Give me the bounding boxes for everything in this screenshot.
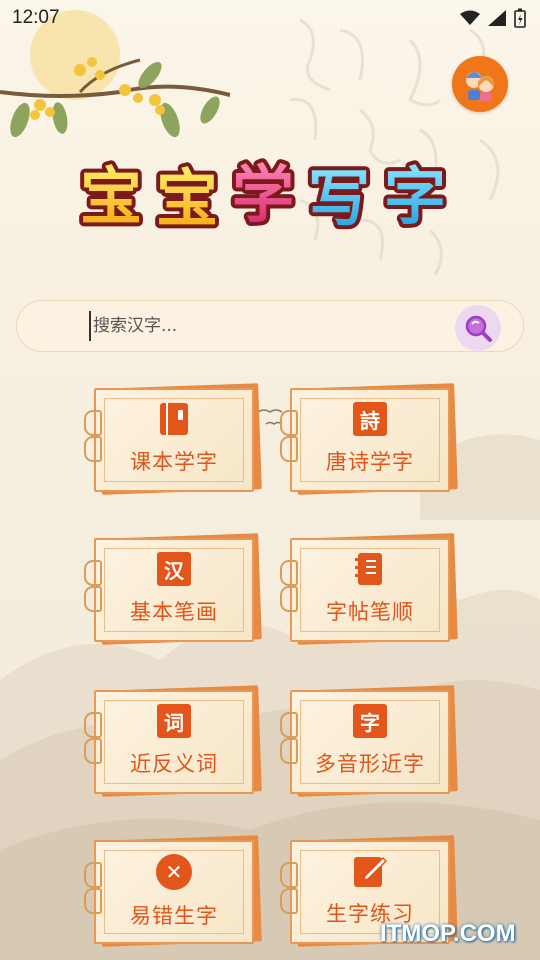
binding-ring	[280, 738, 298, 764]
card-body: 字帖笔顺	[290, 538, 450, 642]
binding-ring	[84, 862, 102, 888]
card-body: ✕ 易错生字	[94, 840, 254, 944]
card-body: 字多音形近字	[290, 690, 450, 794]
notebook-icon	[353, 552, 387, 586]
card-body: 汉基本笔画	[94, 538, 254, 642]
menu-card[interactable]: 字帖笔顺	[280, 533, 458, 646]
binding-ring	[84, 888, 102, 914]
binding-ring	[280, 862, 298, 888]
menu-card[interactable]: 汉基本笔画	[84, 533, 262, 646]
binding-ring	[84, 586, 102, 612]
binding-ring	[280, 586, 298, 612]
background-landscape	[0, 10, 540, 960]
binding-ring	[280, 410, 298, 436]
menu-card[interactable]: 字多音形近字	[280, 685, 458, 798]
menu-card-label: 基本笔画	[130, 600, 218, 624]
card-body: 詩唐诗学字	[290, 388, 450, 492]
binding-ring	[280, 712, 298, 738]
binding-ring	[84, 712, 102, 738]
binding-ring	[84, 560, 102, 586]
close-circle-icon: ✕	[156, 854, 192, 890]
stroke-icon: 汉	[157, 552, 191, 586]
logo-char-3: 学	[232, 158, 294, 231]
signal-icon	[488, 10, 506, 26]
status-icons	[460, 8, 526, 28]
menu-card-label: 字帖笔顺	[326, 600, 414, 624]
character-icon: 字	[353, 704, 387, 738]
avatar-button[interactable]	[452, 56, 508, 112]
menu-card-label: 多音形近字	[315, 752, 425, 776]
status-bar: 12:07	[0, 0, 540, 36]
binding-ring	[280, 436, 298, 462]
search-bar	[16, 300, 524, 352]
card-body: 词近反义词	[94, 690, 254, 794]
menu-card[interactable]: ✕ 易错生字	[84, 835, 262, 948]
app-logo: 宝 宝 学 写 字	[78, 154, 450, 239]
edit-icon	[353, 854, 387, 888]
search-button[interactable]	[455, 305, 501, 351]
search-icon	[465, 315, 492, 342]
binding-ring	[84, 436, 102, 462]
card-body: 课本学字	[94, 388, 254, 492]
wifi-icon	[460, 10, 480, 25]
status-time: 12:07	[12, 7, 60, 28]
watermark: ITMOP.COM	[380, 920, 516, 947]
menu-card[interactable]: 詩唐诗学字	[280, 383, 458, 496]
menu-card-label: 易错生字	[130, 904, 218, 928]
logo-char-1: 宝	[80, 160, 142, 233]
menu-card-label: 近反义词	[130, 752, 218, 776]
binding-ring	[280, 888, 298, 914]
logo-char-4: 写	[308, 162, 370, 235]
kids-avatar-icon	[466, 72, 494, 101]
menu-card-label: 唐诗学字	[326, 450, 414, 474]
binding-ring	[84, 738, 102, 764]
binding-ring	[84, 410, 102, 436]
menu-card-label: 课本学字	[130, 450, 218, 474]
search-input[interactable]	[89, 311, 449, 341]
book-icon	[157, 402, 191, 436]
menu-card[interactable]: 词近反义词	[84, 685, 262, 798]
logo-char-5: 字	[384, 160, 446, 233]
logo-char-2: 宝	[156, 162, 218, 235]
battery-icon	[514, 8, 526, 28]
binding-ring	[280, 560, 298, 586]
menu-card[interactable]: 课本学字	[84, 383, 262, 496]
poem-icon: 詩	[353, 402, 387, 436]
word-icon: 词	[157, 704, 191, 738]
